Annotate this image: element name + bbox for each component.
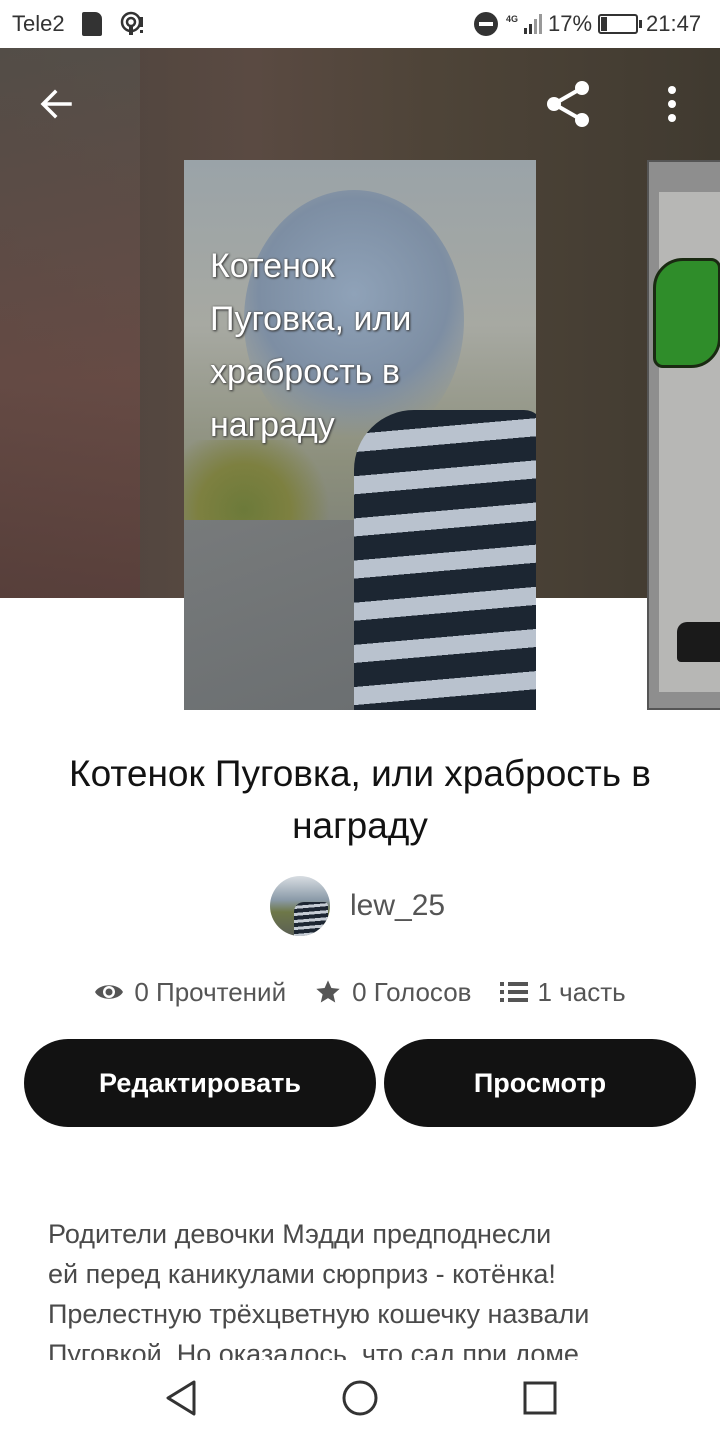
description-line: Родители девочки Мэдди предподнесли	[48, 1219, 552, 1249]
hotspot-icon	[120, 11, 143, 35]
votes-count: 0 Голосов	[352, 976, 472, 1007]
reads-stat: 0 Прочтений	[94, 977, 286, 1008]
status-bar: Tele2 4G 17% 21:47	[0, 0, 720, 48]
more-options-button[interactable]	[644, 76, 700, 132]
back-arrow-icon	[40, 89, 72, 119]
parts-count: 1 часть	[537, 976, 626, 1007]
edit-button[interactable]: Редактировать	[24, 1039, 376, 1127]
star-icon	[316, 980, 340, 1003]
share-button[interactable]	[540, 76, 596, 132]
view-button[interactable]: Просмотр	[384, 1039, 696, 1127]
nav-recents-icon[interactable]	[518, 1376, 562, 1420]
votes-stat: 0 Голосов	[314, 976, 472, 1008]
author-link[interactable]: lew_25	[270, 876, 445, 936]
nav-back-icon[interactable]	[160, 1376, 204, 1420]
battery-percent: 17%	[548, 11, 593, 36]
list-icon	[499, 982, 528, 1002]
battery-charging-icon	[598, 14, 642, 34]
do-not-disturb-icon	[474, 12, 498, 36]
more-vertical-icon	[668, 86, 676, 122]
author-avatar[interactable]	[270, 876, 330, 936]
signal-icon: 4G	[506, 14, 542, 34]
story-title: Котенок Пуговка, или храбрость в награду	[69, 753, 651, 846]
cover-title-line: храбрость в	[210, 353, 400, 391]
share-icon	[547, 81, 589, 127]
author-name[interactable]: lew_25	[350, 889, 445, 923]
back-button[interactable]	[28, 76, 84, 132]
description-line: Пуговкой. Но оказалось, что сад при доме	[48, 1339, 579, 1360]
cover-title-line: Котенок	[210, 247, 335, 285]
story-stats: 0 Прочтений 0 Голосов 1 часть	[0, 972, 720, 1012]
cover-title-line: награду	[210, 406, 335, 444]
story-cover[interactable]: Котенок Пуговка, или храбрость в награду	[184, 160, 536, 710]
story-description[interactable]: Родители девочки Мэдди предподнесли ей п…	[48, 1214, 648, 1360]
description-line: ей перед каникулами сюрприз - котёнка!	[48, 1259, 556, 1289]
network-type-label: 4G	[506, 14, 518, 24]
reads-count: 0 Прочтений	[134, 976, 287, 1007]
sd-card-icon	[82, 12, 102, 36]
description-line: Прелестную трёхцветную кошечку назвали	[48, 1299, 590, 1329]
cover-title-line: Пуговка, или	[210, 300, 412, 338]
nav-home-icon[interactable]	[338, 1376, 382, 1420]
carrier-label: Tele2	[12, 11, 65, 36]
eye-icon	[95, 985, 124, 999]
clock: 21:47	[646, 11, 702, 36]
next-story-cover[interactable]	[647, 160, 720, 710]
cover-title-text: Котенок Пуговка, или храбрость в награду	[210, 240, 510, 452]
parts-stat: 1 часть	[499, 976, 626, 1008]
system-nav-bar	[0, 1360, 720, 1440]
